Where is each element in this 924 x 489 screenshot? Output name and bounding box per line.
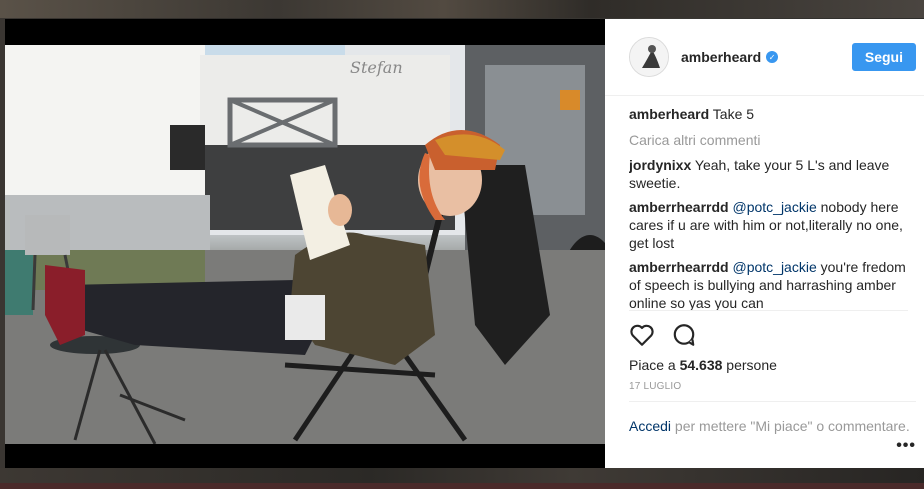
comment-author[interactable]: amberrhearrdd — [629, 259, 729, 275]
load-more-comments-link[interactable]: Carica altri commenti — [629, 131, 916, 149]
post-date[interactable]: 17 LUGLIO — [629, 381, 681, 392]
login-text: per mettere "Mi piace" o commentare. — [671, 418, 910, 434]
post-media: Stefan — [5, 19, 605, 468]
backdrop-feed-top — [0, 0, 924, 18]
comment-item: amberrhearrdd @potc_jackie nobody here c… — [629, 198, 916, 252]
more-options-icon[interactable]: ••• — [896, 437, 916, 455]
avatar[interactable] — [629, 37, 669, 77]
comment-item: amberrhearrdd @potc_jackie you're fredom… — [629, 258, 916, 310]
likes-count[interactable]: Piace a 54.638 persone — [629, 357, 777, 373]
caption-text: Take 5 — [712, 106, 755, 122]
login-link[interactable]: Accedi — [629, 418, 671, 434]
likes-suffix: persone — [722, 357, 777, 373]
post-photo[interactable]: Stefan — [5, 45, 605, 444]
follow-button[interactable]: Segui — [851, 43, 916, 71]
post-sidebar: amberheard ✓ Segui amberheard Take 5 Car… — [605, 19, 924, 468]
likes-prefix: Piace a — [629, 357, 680, 373]
post-header: amberheard ✓ Segui — [605, 19, 924, 96]
svg-text:Stefan: Stefan — [350, 58, 403, 77]
comment-author[interactable]: jordynixx — [629, 157, 691, 173]
caption: amberheard Take 5 — [629, 105, 916, 123]
post-username[interactable]: amberheard — [681, 49, 761, 65]
comment-mention[interactable]: @potc_jackie — [732, 259, 816, 275]
heart-outline-icon[interactable] — [629, 322, 655, 348]
verified-check-icon: ✓ — [766, 51, 779, 63]
post-modal: Stefan amberheard ✓ Segui amberheard Tak… — [5, 19, 924, 468]
login-prompt: Accedi per mettere "Mi piace" o commenta… — [629, 401, 916, 468]
comment-author[interactable]: amberrhearrdd — [629, 199, 729, 215]
backdrop-taskbar — [0, 483, 924, 489]
post-actions — [629, 310, 908, 358]
avatar-image — [630, 38, 668, 76]
comment-list[interactable]: amberheard Take 5 Carica altri commenti … — [629, 105, 916, 310]
caption-author[interactable]: amberheard — [629, 106, 709, 122]
comment-mention[interactable]: @potc_jackie — [732, 199, 816, 215]
comment-item: jordynixx Yeah, take your 5 L's and leav… — [629, 156, 916, 192]
speech-bubble-icon[interactable] — [671, 322, 697, 348]
likes-number: 54.638 — [679, 357, 723, 373]
